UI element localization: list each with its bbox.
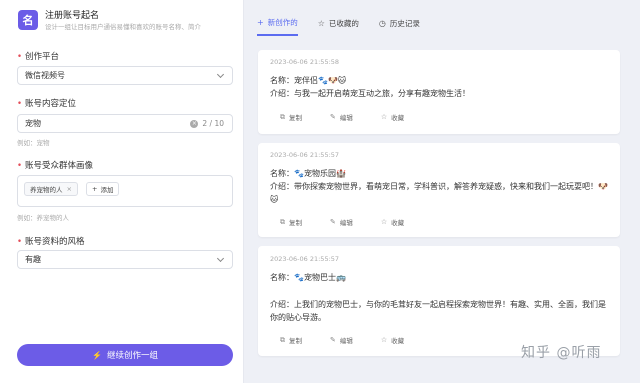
chevron-down-icon — [216, 254, 225, 263]
platform-value: 微信视频号 — [25, 71, 65, 80]
positioning-input[interactable]: 宠物 × 2 / 10 — [17, 114, 233, 133]
result-name: 名称：🐾宠物巴士🚌 — [270, 273, 346, 282]
platform-label: • 创作平台 — [17, 52, 60, 62]
result-actions: ⧉ 复制 ✎ 编辑 ☆ 收藏 — [280, 112, 432, 123]
pencil-icon: ✎ — [330, 336, 336, 344]
result-tabs: + 新创作的 ☆ 已收藏的 ◷ 历史记录 — [257, 16, 440, 36]
audience-tag-input[interactable]: 养宠物的人 × + 添加 — [17, 175, 233, 207]
char-counter: 2 / 10 — [202, 119, 224, 128]
edit-button[interactable]: ✎ 编辑 — [330, 335, 353, 345]
result-card: 2023-06-06 21:55:57 名称：🐾宠物乐园🏰 介绍：带你探索宠物世… — [258, 143, 620, 237]
platform-select[interactable]: 微信视频号 — [17, 66, 233, 85]
copy-button[interactable]: ⧉ 复制 — [280, 112, 302, 123]
favorite-button[interactable]: ☆ 收藏 — [381, 112, 404, 122]
tab-favorites[interactable]: ☆ 已收藏的 — [318, 16, 359, 36]
result-name: 名称：🐾宠物乐园🏰 — [270, 169, 346, 178]
positioning-value: 宠物 — [25, 119, 41, 128]
app-description: 设计一组让目标用户通俗易懂和喜欢的账号名称、简介 — [45, 23, 201, 31]
plus-icon: + — [257, 17, 264, 27]
star-icon: ☆ — [380, 113, 388, 121]
copy-icon: ⧉ — [280, 112, 285, 121]
positioning-hint: 例如：宠物 — [17, 139, 50, 147]
star-icon: ☆ — [380, 218, 388, 226]
app-title: 注册账号起名 — [45, 11, 100, 21]
tab-history[interactable]: ◷ 历史记录 — [379, 16, 420, 36]
magic-wand-icon: ⚡ — [92, 350, 102, 360]
style-select[interactable]: 有趣 — [17, 250, 233, 269]
copy-icon: ⧉ — [280, 335, 285, 344]
copy-button[interactable]: ⧉ 复制 — [280, 335, 302, 346]
pencil-icon: ✎ — [330, 218, 336, 226]
result-actions: ⧉ 复制 ✎ 编辑 ☆ 收藏 — [280, 217, 432, 228]
result-actions: ⧉ 复制 ✎ 编辑 ☆ 收藏 — [280, 335, 432, 346]
edit-button[interactable]: ✎ 编辑 — [330, 112, 353, 122]
continue-create-button[interactable]: ⚡ 继续创作一组 — [17, 344, 233, 366]
result-intro: 介绍：带你探索宠物世界，看萌宠日常，学科普识，解答养宠疑惑，快来和我们一起玩耍吧… — [270, 182, 608, 204]
result-card: 2023-06-06 21:55:57 名称：🐾宠物巴士🚌 介绍：上我们的宠物巴… — [258, 246, 620, 356]
edit-button[interactable]: ✎ 编辑 — [330, 217, 353, 227]
watermark: 知乎 @听雨 — [521, 345, 602, 361]
audience-label: • 账号受众群体画像 — [17, 161, 94, 171]
clock-icon: ◷ — [378, 18, 386, 28]
chevron-down-icon — [216, 70, 225, 79]
plus-icon: + — [92, 185, 98, 193]
tab-new[interactable]: + 新创作的 — [257, 16, 298, 36]
positioning-label: • 账号内容定位 — [17, 99, 77, 109]
result-time: 2023-06-06 21:55:58 — [270, 58, 340, 66]
star-icon: ☆ — [317, 18, 325, 28]
result-time: 2023-06-06 21:55:57 — [270, 151, 340, 159]
favorite-button[interactable]: ☆ 收藏 — [381, 217, 404, 227]
style-label: • 账号资料的风格 — [17, 237, 85, 247]
copy-button[interactable]: ⧉ 复制 — [280, 217, 302, 228]
config-panel: 名 注册账号起名 设计一组让目标用户通俗易懂和喜欢的账号名称、简介 • 创作平台 … — [0, 0, 244, 383]
result-card: 2023-06-06 21:55:58 名称：宠伴侣🐾🐶🐱 介绍：与我一起开启萌… — [258, 50, 620, 134]
audience-tag[interactable]: 养宠物的人 × — [24, 182, 78, 196]
clear-icon[interactable]: × — [190, 119, 199, 128]
result-name: 名称：宠伴侣🐾🐶🐱 — [270, 76, 347, 85]
add-tag-button[interactable]: + 添加 — [86, 182, 120, 196]
result-intro: 介绍：上我们的宠物巴士，与你的毛茸好友一起启程探索宠物世界！有趣、实用、全面，我… — [270, 300, 606, 322]
app-header: 名 注册账号起名 设计一组让目标用户通俗易懂和喜欢的账号名称、简介 — [18, 10, 245, 32]
audience-hint: 例如：养宠物的人 — [17, 214, 69, 222]
tag-close-icon[interactable]: × — [67, 185, 72, 193]
app-logo: 名 — [18, 10, 38, 30]
result-time: 2023-06-06 21:55:57 — [270, 255, 340, 263]
result-intro: 介绍：与我一起开启萌宠互动之旅，分享有趣宠物生活！ — [270, 89, 470, 98]
pencil-icon: ✎ — [330, 113, 336, 121]
favorite-button[interactable]: ☆ 收藏 — [381, 335, 404, 345]
star-icon: ☆ — [380, 336, 388, 344]
style-value: 有趣 — [25, 255, 41, 264]
copy-icon: ⧉ — [280, 217, 285, 226]
